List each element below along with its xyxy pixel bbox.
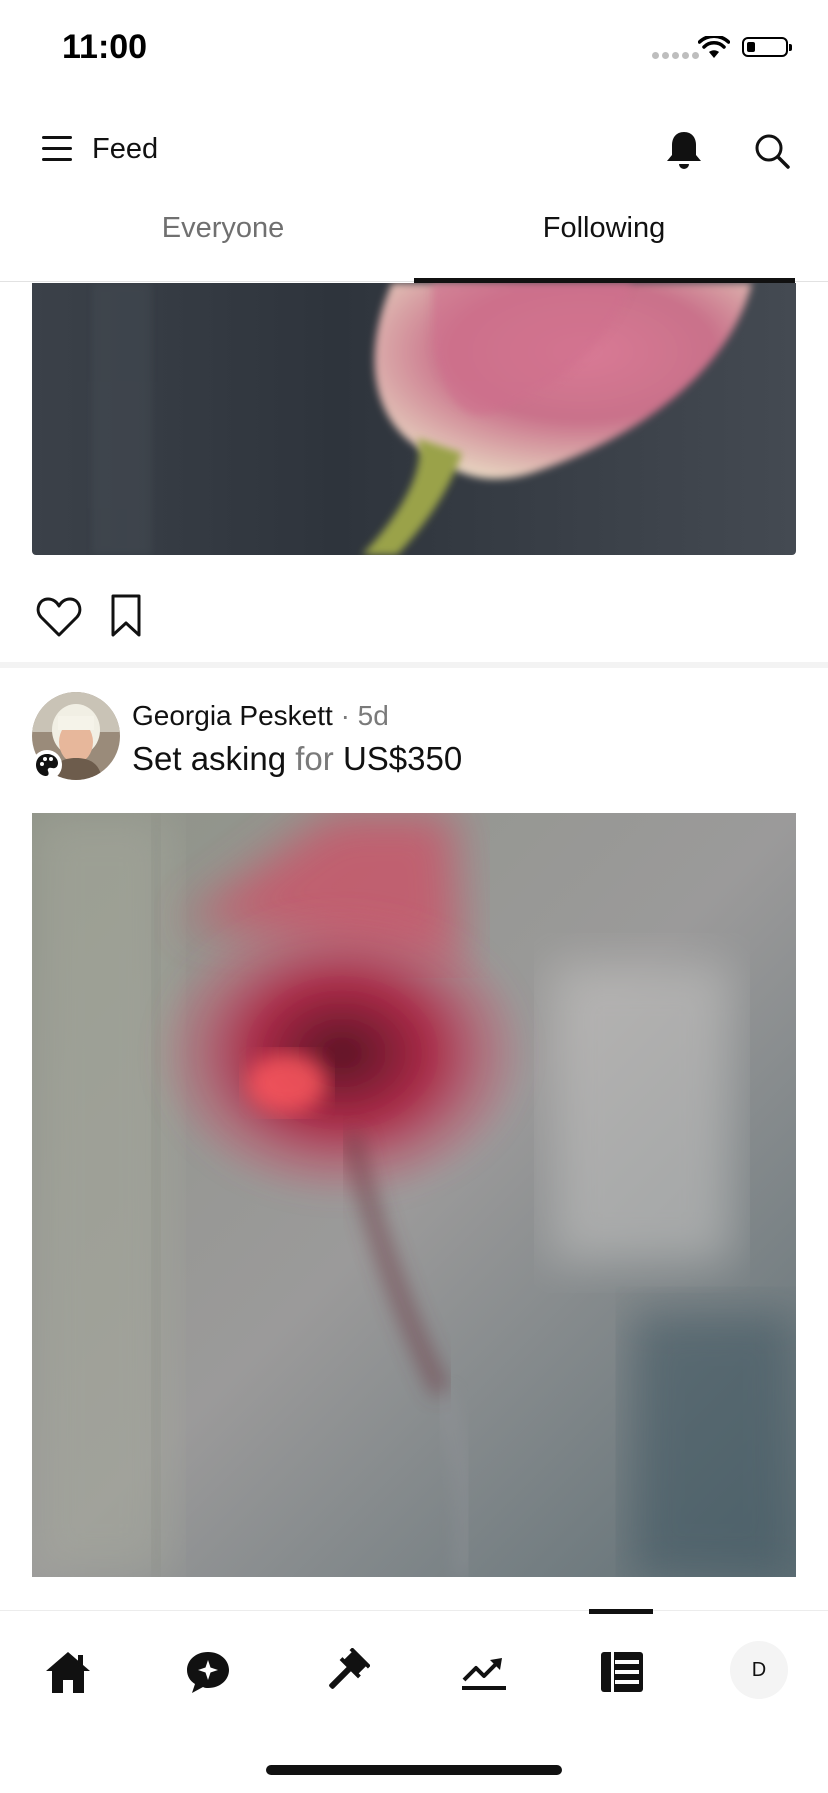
home-icon [46, 1652, 90, 1693]
heart-icon[interactable] [36, 596, 82, 638]
profile-avatar[interactable]: D [730, 1641, 788, 1699]
nav-messages[interactable] [178, 1644, 238, 1700]
action-verb: Set asking [132, 740, 287, 777]
menu-icon[interactable] [42, 136, 72, 162]
page-title: Feed [92, 133, 159, 165]
palette-icon [36, 754, 58, 776]
wifi-icon [698, 36, 730, 58]
tab-following[interactable]: Following [414, 212, 794, 245]
tab-everyone[interactable]: Everyone [16, 212, 430, 245]
search-icon[interactable] [752, 131, 792, 171]
post-author-line: Georgia Peskett · 5d [132, 700, 389, 732]
separator: · [340, 700, 350, 731]
bell-icon[interactable] [664, 129, 704, 171]
home-indicator [266, 1765, 562, 1775]
nav-trends[interactable] [454, 1644, 514, 1700]
battery-icon [742, 37, 792, 57]
post-action-line: Set asking for US$350 [132, 740, 462, 778]
artist-badge [32, 750, 62, 780]
chat-icon [187, 1652, 229, 1693]
feed-icon [601, 1652, 643, 1692]
post-age: 5d [357, 700, 389, 731]
artwork-image[interactable] [32, 813, 796, 1577]
author-name[interactable]: Georgia Peskett [132, 700, 333, 731]
trend-chart-icon [462, 1658, 506, 1690]
post-divider [0, 662, 828, 668]
status-time: 11:00 [62, 28, 148, 66]
artwork-image[interactable] [32, 283, 796, 555]
price: US$350 [342, 740, 463, 777]
nav-auctions[interactable] [316, 1644, 376, 1700]
bookmark-icon[interactable] [110, 594, 142, 638]
cellular-signal-icon [652, 52, 699, 59]
nav-home[interactable] [38, 1644, 98, 1700]
gavel-icon [329, 1648, 370, 1689]
action-for: for [295, 740, 334, 777]
nav-active-indicator [589, 1609, 653, 1614]
nav-feed[interactable] [592, 1644, 652, 1700]
